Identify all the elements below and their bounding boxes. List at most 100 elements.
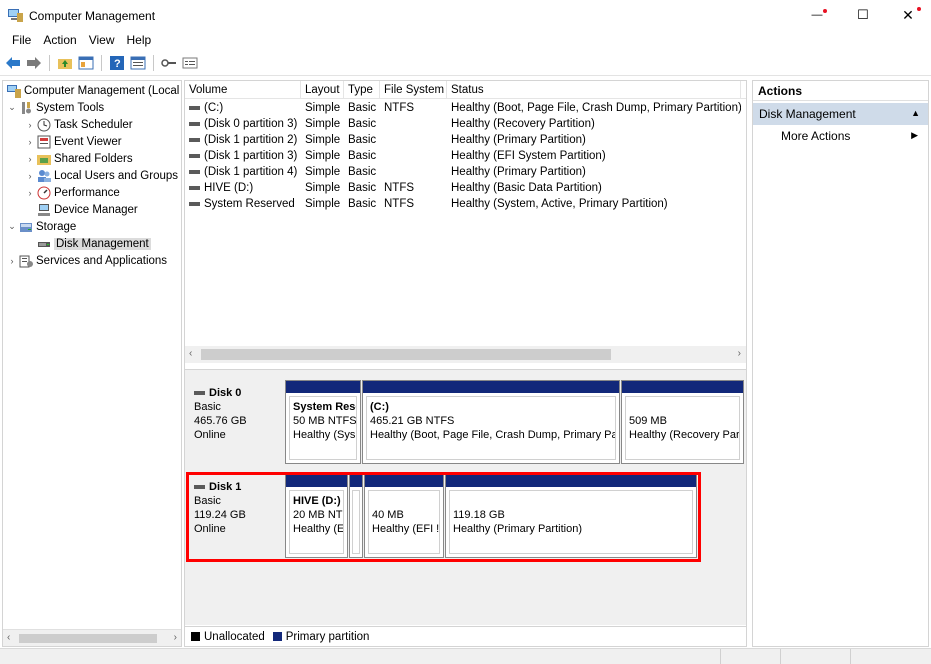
svg-text:?: ?	[114, 58, 121, 70]
scroll-right-arrow-icon[interactable]: ›	[738, 348, 741, 359]
tree-item-task-scheduler[interactable]: › Task Scheduler	[25, 116, 133, 133]
folder-up-icon	[58, 59, 72, 69]
volume-list-horizontal-scrollbar[interactable]: ‹ ›	[185, 346, 746, 363]
computer-management-icon	[7, 84, 21, 98]
actions-section-disk-management[interactable]: Disk Management ▲	[753, 103, 928, 125]
event-viewer-icon	[37, 135, 51, 148]
toolbar: ?	[0, 51, 931, 76]
table-row[interactable]: (Disk 1 partition 2) Simple Basic Health…	[185, 132, 741, 148]
forward-button[interactable]	[25, 54, 43, 72]
list-view-icon	[182, 57, 198, 69]
table-row[interactable]: (Disk 1 partition 3) Simple Basic Health…	[185, 148, 741, 164]
menu-view[interactable]: View	[83, 33, 121, 47]
table-row[interactable]: (C:) Simple Basic NTFS Healthy (Boot, Pa…	[185, 100, 741, 116]
tree-item-event-viewer[interactable]: › Event Viewer	[25, 133, 122, 150]
column-type[interactable]: Type	[344, 81, 380, 99]
disk-1-selection-highlight	[186, 472, 701, 562]
chevron-down-icon[interactable]: ⌄	[7, 102, 17, 113]
notification-dot	[823, 9, 827, 13]
toolbar-separator	[101, 55, 102, 71]
menu-action[interactable]: Action	[37, 33, 82, 47]
tree-item-system-tools[interactable]: ⌄ System Tools	[7, 99, 104, 116]
disk-0-row[interactable]: Disk 0 Basic 465.76 GB Online System Res…	[187, 380, 744, 464]
table-row[interactable]: (Disk 1 partition 4) Simple Basic Health…	[185, 164, 741, 180]
tree-item-computer-management[interactable]: Computer Management (Local	[5, 82, 179, 99]
console-tree-icon	[78, 56, 94, 70]
tree-item-device-manager[interactable]: Device Manager	[25, 201, 138, 218]
unallocated-swatch	[191, 632, 200, 641]
scroll-left-arrow-icon[interactable]: ‹	[189, 348, 192, 359]
chevron-right-icon[interactable]: ›	[25, 188, 35, 198]
partition-system-reserved[interactable]: System Rese 50 MB NTFS Healthy (Sys	[285, 380, 361, 464]
system-tools-icon	[22, 101, 31, 114]
scrollbar-thumb[interactable]	[19, 634, 157, 643]
disk-management-pane: Volume Layout Type File System Status (C…	[184, 80, 747, 647]
toolbar-separator	[153, 55, 154, 71]
submenu-arrow-icon: ▶	[911, 130, 918, 140]
scroll-right-arrow-icon[interactable]: ›	[174, 632, 177, 643]
help-icon: ?	[110, 56, 124, 70]
connect-button[interactable]	[160, 54, 178, 72]
table-row[interactable]: (Disk 0 partition 3) Simple Basic Health…	[185, 116, 741, 132]
legend-primary: Primary partition	[285, 630, 370, 643]
tree-item-disk-management[interactable]: Disk Management	[25, 235, 151, 252]
scroll-left-arrow-icon[interactable]: ‹	[7, 632, 10, 643]
minimize-button[interactable]: —	[794, 0, 840, 30]
volume-list-header: Volume Layout Type File System Status	[185, 81, 746, 99]
menu-help[interactable]: Help	[121, 33, 158, 47]
toolbar-separator	[49, 55, 50, 71]
actions-pane: Actions Disk Management ▲ More Actions ▶	[752, 80, 929, 647]
properties-icon	[130, 56, 146, 70]
column-layout[interactable]: Layout	[301, 81, 344, 99]
tree-item-shared-folders[interactable]: › Shared Folders	[25, 150, 133, 167]
chevron-right-icon[interactable]: ›	[7, 256, 17, 266]
status-segment	[850, 649, 931, 664]
primary-swatch	[272, 632, 282, 641]
up-folder-button[interactable]	[56, 54, 74, 72]
partition-recovery[interactable]: 509 MB Healthy (Recovery Par	[621, 380, 744, 464]
table-row[interactable]: System Reserved Simple Basic NTFS Health…	[185, 196, 741, 212]
console-tree: Computer Management (Local ⌄ System Tool…	[2, 80, 182, 647]
show-hide-tree-button[interactable]	[77, 54, 95, 72]
help-button[interactable]: ?	[108, 54, 126, 72]
key-icon	[161, 59, 176, 67]
chevron-right-icon[interactable]: ›	[25, 171, 35, 181]
disk-0-label[interactable]: Disk 0 Basic 465.76 GB Online	[187, 380, 283, 464]
window-title: Computer Management	[29, 9, 156, 23]
menu-bar: File Action View Help	[0, 30, 931, 50]
volume-icon	[189, 201, 200, 206]
settings-list-button[interactable]	[181, 54, 199, 72]
collapse-up-icon[interactable]: ▲	[911, 108, 920, 118]
tree-horizontal-scrollbar[interactable]: ‹ ›	[3, 629, 181, 646]
shared-folder-icon	[37, 154, 51, 165]
title-bar: Computer Management — ☐ ✕	[0, 0, 931, 30]
properties-button[interactable]	[129, 54, 147, 72]
scrollbar-thumb[interactable]	[201, 349, 611, 360]
clock-icon	[37, 118, 51, 131]
legend: Unallocated Primary partition	[185, 626, 746, 646]
services-icon	[19, 255, 33, 267]
back-button[interactable]	[4, 54, 22, 72]
actions-header: Actions	[753, 81, 928, 101]
column-status[interactable]: Status	[447, 81, 741, 99]
menu-file[interactable]: File	[6, 33, 37, 47]
legend-unallocated: Unallocated	[204, 630, 265, 643]
partition-c-drive[interactable]: (C:) 465.21 GB NTFS Healthy (Boot, Page …	[362, 380, 620, 464]
volume-icon	[189, 185, 200, 190]
column-volume[interactable]: Volume	[185, 81, 301, 99]
maximize-button[interactable]: ☐	[840, 0, 886, 30]
device-manager-icon	[38, 203, 50, 216]
chevron-right-icon[interactable]: ›	[25, 154, 35, 164]
tree-item-local-users-groups[interactable]: › Local Users and Groups	[25, 167, 178, 184]
table-row[interactable]: HIVE (D:) Simple Basic NTFS Healthy (Bas…	[185, 180, 741, 196]
close-button[interactable]: ✕	[885, 0, 931, 30]
column-file-system[interactable]: File System	[380, 81, 447, 99]
tree-item-storage[interactable]: ⌄ Storage	[7, 218, 76, 235]
chevron-right-icon[interactable]: ›	[25, 120, 35, 130]
more-actions-item[interactable]: More Actions ▶	[753, 125, 928, 147]
tree-item-performance[interactable]: › Performance	[25, 184, 120, 201]
tree-item-services-applications[interactable]: › Services and Applications	[7, 252, 167, 269]
chevron-down-icon[interactable]: ⌄	[7, 221, 17, 232]
chevron-right-icon[interactable]: ›	[25, 137, 35, 147]
users-icon	[38, 169, 51, 182]
